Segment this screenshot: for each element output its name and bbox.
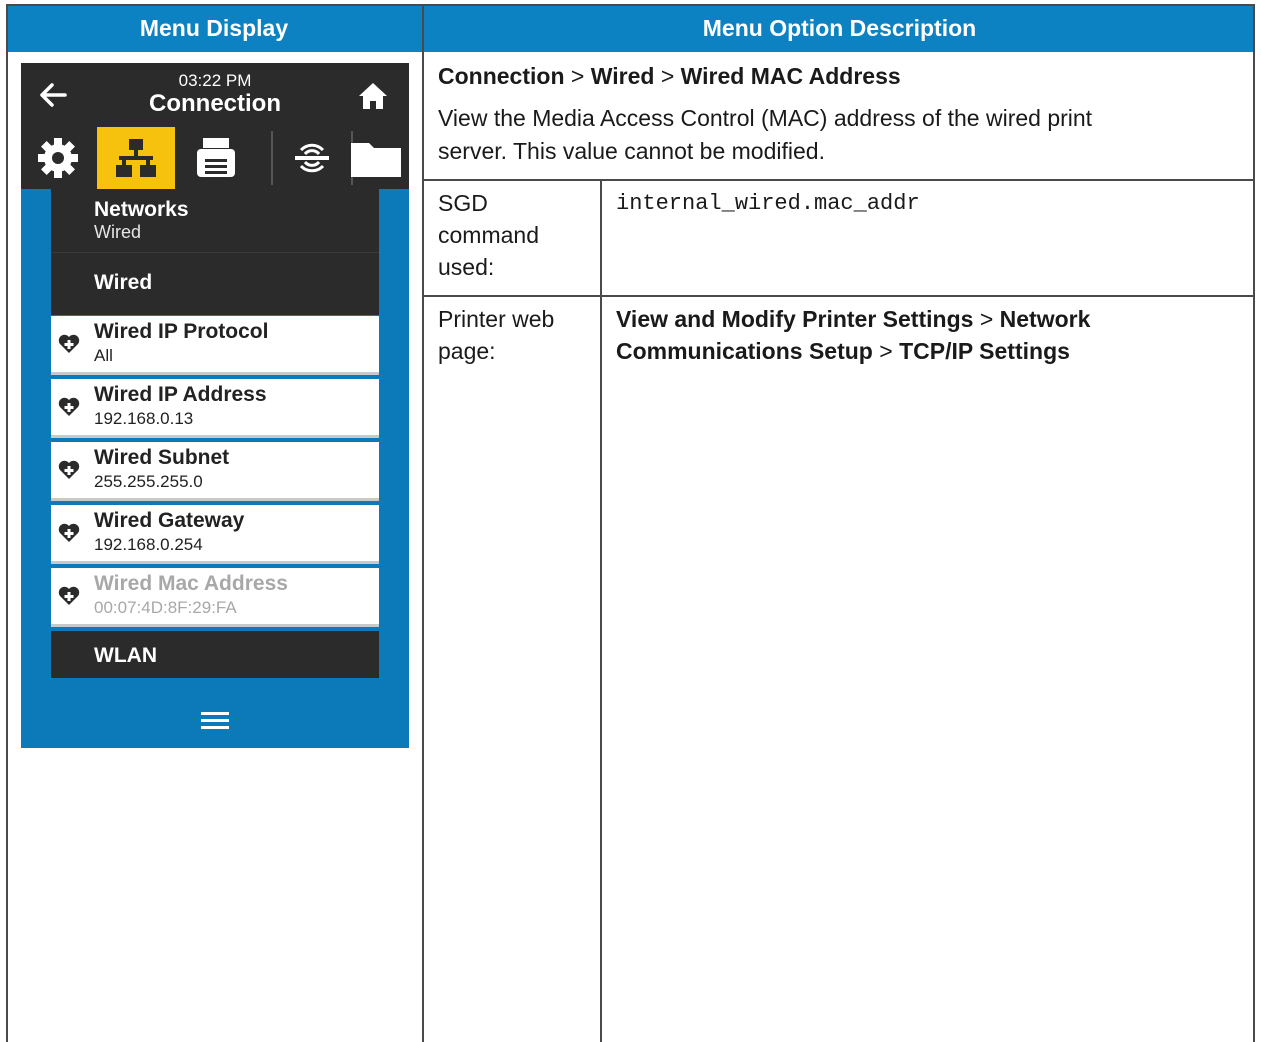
menu-item-value: 00:07:4D:8F:29:FA: [94, 598, 237, 617]
menu-item-value: 192.168.0.254: [94, 535, 203, 554]
menu-item-wired-ip-address[interactable]: Wired IP Address 192.168.0.13: [51, 379, 379, 438]
sgd-label-line: command: [438, 222, 539, 248]
printer-icon: [197, 138, 235, 177]
screen-title: Connection: [149, 90, 281, 117]
web-path-line-1: View and Modify Printer Settings > Netwo…: [616, 303, 1090, 335]
tab-print[interactable]: [177, 127, 255, 189]
table-border-right: [1253, 4, 1255, 1042]
web-label-line: page:: [438, 338, 496, 364]
sgd-label: SGD command used:: [438, 187, 539, 283]
table-border-mid: [422, 4, 424, 1042]
web-path-view-modify: View and Modify Printer Settings: [616, 306, 974, 332]
menu-item-label: Wired IP Address: [94, 383, 267, 406]
table-border-left: [6, 4, 8, 1042]
favorite-heart-icon[interactable]: [58, 334, 80, 354]
web-path-network: Network: [999, 306, 1091, 332]
favorite-heart-icon[interactable]: [58, 397, 80, 417]
sgd-label-line: used:: [438, 254, 495, 280]
table-row-divider-1: [422, 179, 1255, 181]
menu-item-wired-subnet[interactable]: Wired Subnet 255.255.255.0: [51, 442, 379, 501]
favorite-heart-icon[interactable]: [58, 586, 80, 606]
menu-item-label: Wired Subnet: [94, 446, 230, 469]
path-sep: >: [570, 63, 585, 89]
gear-icon: [38, 138, 78, 178]
path-connection: Connection: [438, 63, 565, 89]
tab-connection[interactable]: [97, 127, 175, 189]
menu-item-wired-gateway[interactable]: Wired Gateway 192.168.0.254: [51, 505, 379, 564]
table-border-top: [6, 4, 1255, 6]
web-path-comm-setup: Communications Setup: [616, 338, 873, 364]
menu-item-label: Wired Mac Address: [94, 572, 288, 595]
menu-item-wired-ip-protocol[interactable]: Wired IP Protocol All: [51, 316, 379, 375]
tab-sensors[interactable]: [273, 127, 351, 189]
favorite-heart-icon[interactable]: [58, 460, 80, 480]
web-page-label: Printer web page:: [438, 303, 554, 367]
menu-item-label: Wired Gateway: [94, 509, 245, 532]
sgd-command: internal_wired.mac_addr: [616, 191, 920, 216]
table-border-inner: [600, 179, 602, 1042]
web-page-path: View and Modify Printer Settings > Netwo…: [616, 303, 1090, 367]
tab-storage[interactable]: [343, 127, 409, 189]
clock: 03:22 PM: [178, 71, 252, 90]
web-label-line: Printer web: [438, 306, 555, 332]
folder-icon: [351, 143, 401, 177]
section-wlan-label: WLAN: [94, 644, 157, 667]
status-bar: 03:22 PM Connection: [21, 63, 409, 127]
network-icon: [116, 139, 156, 177]
section-networks[interactable]: Networks Wired: [51, 189, 379, 252]
section-wired[interactable]: Wired: [51, 252, 379, 315]
section-wired-label: Wired: [94, 271, 153, 294]
header-menu-display: Menu Display: [6, 4, 422, 52]
menu-path: Connection > Wired > Wired MAC Address: [438, 60, 901, 92]
tab-settings[interactable]: [21, 127, 95, 189]
printer-display: 03:22 PM Connection Networks Wired Wired…: [21, 63, 409, 748]
description-line-2: server. This value cannot be modified.: [438, 138, 825, 164]
table-row-divider-2: [422, 295, 1255, 297]
path-sep: >: [879, 338, 893, 364]
header-menu-option-description: Menu Option Description: [424, 4, 1255, 52]
home-icon[interactable]: [357, 81, 389, 111]
menu-item-value: 192.168.0.13: [94, 409, 194, 428]
menu-item-label: Wired IP Protocol: [94, 320, 269, 343]
favorite-heart-icon[interactable]: [58, 523, 80, 543]
path-sep: >: [660, 63, 675, 89]
description-line-1: View the Media Access Control (MAC) addr…: [438, 105, 1093, 131]
sgd-label-line: SGD: [438, 190, 488, 216]
path-sep: >: [979, 306, 994, 332]
menu-item-value: All: [94, 346, 113, 365]
menu-item-value: 255.255.255.0: [94, 472, 203, 491]
section-wlan[interactable]: WLAN: [51, 631, 379, 678]
web-path-tcpip: TCP/IP Settings: [899, 338, 1070, 364]
section-networks-label: Networks: [94, 198, 189, 221]
web-path-line-2: Communications Setup > TCP/IP Settings: [616, 335, 1090, 367]
menu-item-wired-mac-address[interactable]: Wired Mac Address 00:07:4D:8F:29:FA: [51, 568, 379, 627]
section-networks-sub: Wired: [94, 222, 142, 242]
menu-tab-bar: [21, 127, 409, 189]
antenna-icon: [295, 143, 329, 173]
hamburger-menu-icon[interactable]: [199, 709, 231, 731]
path-wired: Wired: [590, 63, 655, 89]
path-wired-mac-address: Wired MAC Address: [680, 63, 901, 89]
